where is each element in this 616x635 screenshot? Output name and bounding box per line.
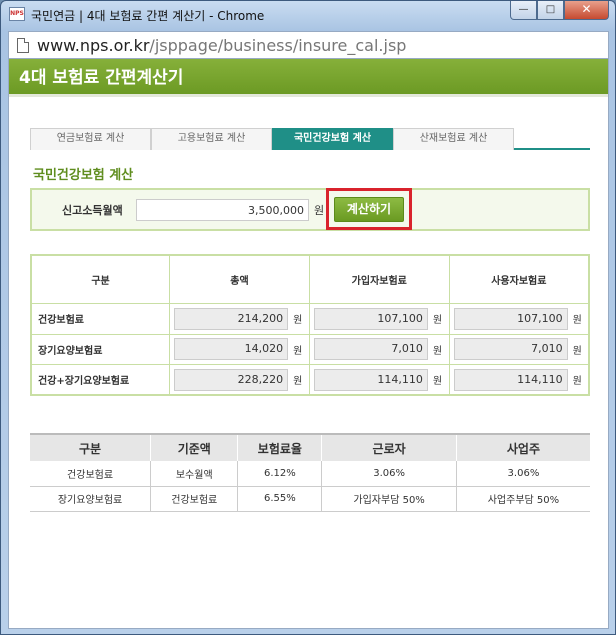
rate-cell: 보수월액 <box>150 461 238 487</box>
tab-employment[interactable]: 고용보험료 계산 <box>151 128 272 150</box>
page-icon <box>17 38 29 53</box>
result-table: 구분 총액 가입자보험료 사용자보험료 건강보험료 214,200 원 107,1… <box>30 254 590 396</box>
unit-label: 원 <box>572 345 582 357</box>
table-row: 건강+장기요양보험료 228,220 원 114,110 원 114,110 원 <box>30 364 590 396</box>
income-label: 신고소득월액 <box>62 204 123 217</box>
rate-cell: 건강보험료 <box>30 461 151 487</box>
unit-label: 원 <box>432 315 443 327</box>
header-employee: 가입자보험료 <box>308 254 450 305</box>
employee-value: 107,100 <box>313 307 428 330</box>
section-title: 국민건강보험 계산 <box>33 168 134 183</box>
tab-pension[interactable]: 연금보험료 계산 <box>30 128 151 150</box>
total-value: 214,200 <box>174 307 289 330</box>
row-label: 건강보험료 <box>30 303 171 335</box>
total-value: 14,020 <box>174 338 289 361</box>
header-employer: 사용자보험료 <box>448 254 590 305</box>
tab-bar: 연금보험료 계산 고용보험료 계산 국민건강보험 계산 산재보험료 계산 <box>30 128 590 150</box>
table-row: 장기요양보험료 건강보험료 6.55% 가입자부담 50% 사업주부담 50% <box>30 486 590 512</box>
result-header-row: 구분 총액 가입자보험료 사용자보험료 <box>30 254 590 305</box>
employer-value: 114,110 <box>453 368 568 391</box>
rate-header-row: 구분 기준액 보험료율 근로자 사업주 <box>30 433 590 461</box>
rate-header-category: 구분 <box>30 433 151 461</box>
unit-label: 원 <box>432 345 443 357</box>
rate-cell: 사업주부담 50% <box>455 486 590 512</box>
employee-value: 7,010 <box>313 338 428 361</box>
rate-table: 구분 기준액 보험료율 근로자 사업주 건강보험료 보수월액 6.12% 3.0… <box>30 433 590 512</box>
tab-health[interactable]: 국민건강보험 계산 <box>272 128 393 150</box>
rate-cell: 장기요양보험료 <box>30 486 151 512</box>
employee-value: 114,110 <box>313 368 428 391</box>
rate-cell: 가입자부담 50% <box>321 486 457 512</box>
page-content: 4대 보험료 간편계산기 연금보험료 계산 고용보험료 계산 국민건강보험 계산… <box>8 59 609 629</box>
unit-label: 원 <box>572 376 582 388</box>
unit-label: 원 <box>572 315 582 327</box>
table-row: 건강보험료 보수월액 6.12% 3.06% 3.06% <box>30 461 590 487</box>
url-host: www.nps.or.kr <box>37 36 150 55</box>
address-bar[interactable]: www.nps.or.kr/jsppage/business/insure_ca… <box>8 31 609 59</box>
rate-cell: 3.06% <box>455 461 590 487</box>
employer-value: 107,100 <box>453 307 568 330</box>
minimize-button[interactable]: — <box>510 1 537 20</box>
rate-cell: 3.06% <box>321 461 457 487</box>
window-title: 국민연금 | 4대 보험료 간편 계산기 - Chrome <box>31 9 265 23</box>
rate-header-base: 기준액 <box>150 433 238 461</box>
header-total: 총액 <box>169 254 310 305</box>
url-path: /jsppage/business/insure_cal.jsp <box>149 36 407 55</box>
income-unit: 원 <box>314 204 325 217</box>
nps-logo-icon: NPS <box>9 7 25 21</box>
row-label: 건강+장기요양보험료 <box>30 364 171 396</box>
maximize-button[interactable]: □ <box>537 1 564 20</box>
window-controls: — □ ✕ <box>510 1 609 20</box>
total-value: 228,220 <box>174 368 289 391</box>
unit-label: 원 <box>432 376 443 388</box>
rate-header-rate: 보험료율 <box>237 433 322 461</box>
employer-value: 7,010 <box>453 338 568 361</box>
row-label: 장기요양보험료 <box>30 333 171 366</box>
header-category: 구분 <box>30 254 171 305</box>
rate-header-worker: 근로자 <box>321 433 457 461</box>
tab-industrial[interactable]: 산재보험료 계산 <box>393 128 514 150</box>
calculate-button[interactable]: 계산하기 <box>334 197 404 222</box>
url-text[interactable]: www.nps.or.kr/jsppage/business/insure_ca… <box>37 36 406 55</box>
unit-label: 원 <box>293 315 303 327</box>
income-form: 신고소득월액 원 계산하기 <box>30 188 590 231</box>
rate-cell: 6.55% <box>237 486 322 512</box>
title-bar[interactable]: NPS 국민연금 | 4대 보험료 간편 계산기 - Chrome — □ ✕ <box>1 1 615 29</box>
rate-cell: 건강보험료 <box>150 486 238 512</box>
rate-cell: 6.12% <box>237 461 322 487</box>
income-input[interactable] <box>136 199 309 221</box>
unit-label: 원 <box>293 345 303 357</box>
close-button[interactable]: ✕ <box>564 1 609 20</box>
unit-label: 원 <box>293 376 303 388</box>
table-row: 건강보험료 214,200 원 107,100 원 107,100 원 <box>30 303 590 335</box>
browser-window: NPS 국민연금 | 4대 보험료 간편 계산기 - Chrome — □ ✕ … <box>0 0 616 635</box>
rate-header-employer: 사업주 <box>455 433 590 461</box>
table-row: 장기요양보험료 14,020 원 7,010 원 7,010 원 <box>30 333 590 366</box>
page-title: 4대 보험료 간편계산기 <box>9 59 608 97</box>
